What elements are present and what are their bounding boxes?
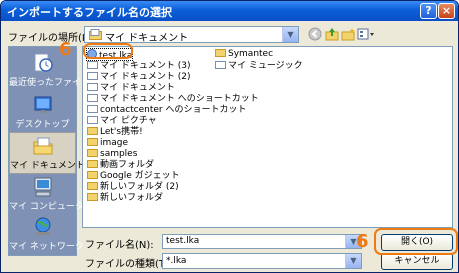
cancel-button[interactable]: キャンセル bbox=[381, 253, 453, 270]
desktop-icon bbox=[34, 96, 51, 113]
view-menu-icon[interactable] bbox=[357, 27, 375, 41]
folder-icon bbox=[87, 127, 98, 135]
filename-value: test.lka bbox=[166, 236, 200, 246]
folder-icon bbox=[87, 149, 98, 157]
folder-icon bbox=[215, 49, 226, 57]
place-label: 最近使ったファイル bbox=[9, 78, 91, 88]
back-icon[interactable] bbox=[308, 27, 322, 41]
step-marker: 6 bbox=[59, 39, 72, 60]
place-label: マイ ドキュメント bbox=[10, 161, 85, 171]
shortcut-icon bbox=[87, 105, 98, 113]
list-item[interactable]: 動画フォルダ bbox=[87, 160, 154, 171]
places-bar: 最近使ったファイル デスクトップ マイ ドキュメント マイ コンピュータ マイ … bbox=[8, 46, 91, 256]
place-desktop[interactable]: デスクトップ bbox=[9, 92, 76, 134]
my-documents-icon bbox=[33, 137, 52, 155]
file-list[interactable]: test.lka マイ ドキュメント (3) マイ ドキュメント (2) マイ … bbox=[82, 46, 453, 228]
shortcut-icon bbox=[87, 83, 98, 91]
list-item[interactable]: Google ガジェット bbox=[87, 171, 180, 182]
filename-field[interactable]: test.lka ▼ bbox=[162, 234, 362, 249]
list-item[interactable]: image bbox=[87, 138, 128, 149]
file-dialog: インポートするファイル名の選択 ? × ファイルの場所(I): マイ ドキュメン… bbox=[0, 0, 459, 273]
list-item[interactable]: マイ ピクチャ bbox=[87, 116, 157, 127]
folder-icon bbox=[87, 160, 98, 168]
shortcut-icon bbox=[87, 72, 98, 80]
place-label: マイ コンピュータ bbox=[9, 202, 84, 212]
recent-icon bbox=[34, 53, 53, 72]
list-item[interactable]: マイ ドキュメント bbox=[87, 83, 175, 94]
list-item[interactable]: マイ ドキュメント へのショートカット bbox=[87, 94, 259, 105]
place-label: デスクトップ bbox=[15, 120, 70, 130]
list-item[interactable]: 新しいフォルダ (2) bbox=[87, 182, 179, 193]
new-folder-icon[interactable] bbox=[341, 27, 355, 41]
list-item[interactable]: マイ ドキュメント (2) bbox=[87, 72, 190, 83]
chevron-down-icon[interactable]: ▼ bbox=[282, 27, 298, 42]
place-my-network[interactable]: マイ ネットワーク bbox=[9, 214, 84, 256]
chevron-down-icon[interactable]: ▼ bbox=[345, 254, 361, 268]
folder-icon bbox=[87, 138, 98, 146]
list-item[interactable]: 新しいフォルダ bbox=[87, 193, 163, 204]
my-network-icon bbox=[35, 217, 50, 235]
shortcut-icon bbox=[87, 61, 98, 69]
list-item[interactable]: samples bbox=[87, 149, 137, 160]
window-title: インポートするファイル名の選択 bbox=[7, 6, 172, 19]
look-in-label: ファイルの場所(I): bbox=[8, 33, 93, 44]
title-bar: インポートするファイル名の選択 ? × bbox=[1, 1, 458, 21]
place-my-computer[interactable]: マイ コンピュータ bbox=[9, 174, 84, 216]
list-item[interactable]: Symantec bbox=[215, 49, 273, 60]
filetype-dropdown[interactable]: *.lka ▼ bbox=[162, 253, 362, 269]
my-documents-icon bbox=[89, 29, 102, 40]
filename-label: ファイル名(N): bbox=[85, 240, 154, 251]
pictures-folder-icon bbox=[87, 116, 98, 124]
look-in-value: マイ ドキュメント bbox=[105, 33, 189, 44]
shortcut-icon bbox=[87, 94, 98, 102]
list-item[interactable]: マイ ミュージック bbox=[215, 61, 303, 72]
place-label: マイ ネットワーク bbox=[9, 242, 84, 252]
list-item[interactable]: Let's携帯! bbox=[87, 127, 143, 138]
place-my-documents[interactable]: マイ ドキュメント bbox=[9, 132, 85, 174]
step-marker: 6 bbox=[356, 231, 369, 252]
filetype-value: *.lka bbox=[166, 256, 187, 266]
filetype-label: ファイルの種類(T): bbox=[85, 259, 173, 270]
list-item[interactable]: マイ ドキュメント (3) bbox=[87, 61, 190, 72]
help-button[interactable]: ? bbox=[420, 3, 437, 19]
up-folder-icon[interactable] bbox=[325, 27, 339, 41]
music-folder-icon bbox=[215, 61, 226, 69]
my-computer-icon bbox=[34, 177, 51, 197]
folder-icon bbox=[87, 182, 98, 190]
highlight-ring-open bbox=[374, 228, 458, 255]
folder-icon bbox=[87, 193, 98, 201]
highlight-ring-file bbox=[83, 43, 133, 59]
folder-icon bbox=[87, 171, 98, 179]
list-item[interactable]: contactcenter へのショートカット bbox=[87, 105, 247, 116]
close-button[interactable]: × bbox=[438, 3, 455, 19]
look-in-dropdown[interactable]: マイ ドキュメント ▼ bbox=[84, 26, 299, 44]
